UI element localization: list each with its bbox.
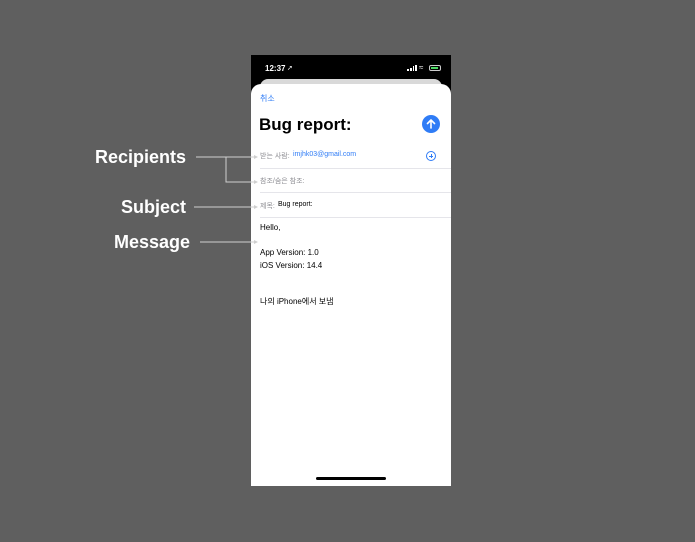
arrowhead-subject: [254, 205, 258, 209]
connector-cc: [225, 157, 256, 183]
arrowhead-to: [254, 155, 258, 159]
arrowhead-message: [254, 240, 258, 244]
annotation-connectors: [194, 155, 258, 244]
arrowhead-cc: [254, 180, 258, 184]
